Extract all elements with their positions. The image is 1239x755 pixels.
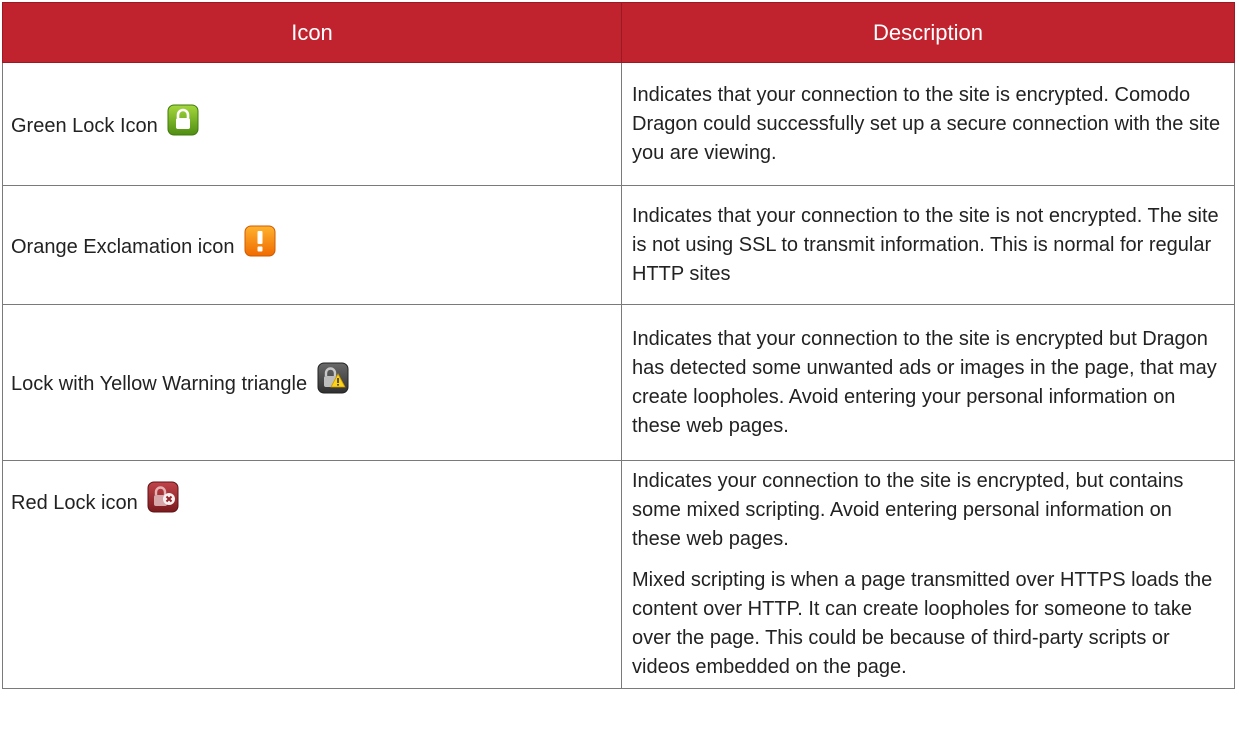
description-text: Mixed scripting is when a page transmitt… [632, 569, 1213, 678]
icon-label: Red Lock icon [11, 492, 138, 514]
red-lock-icon [147, 481, 179, 522]
description-text: Indicates that your connection to the si… [632, 327, 1217, 437]
description-cell: Indicates that your connection to the si… [621, 185, 1235, 305]
table-header-row: Icon Description [2, 2, 1235, 63]
icon-label: Green Lock Icon [11, 114, 158, 137]
header-icon: Icon [2, 2, 622, 63]
table-row: Orange Exclamation icon Indicates that y… [2, 185, 1235, 305]
icon-description-table: Icon Description Green Lock Icon Indicat… [2, 2, 1235, 689]
table-row: Lock with Yellow Warning triangle Indica… [2, 304, 1235, 461]
icon-label: Lock with Yellow Warning triangle [11, 373, 308, 395]
description-cell: Indicates that your connection to the si… [621, 62, 1235, 186]
icon-cell: Red Lock icon [2, 460, 622, 689]
description-text: Indicates your connection to the site is… [632, 470, 1184, 550]
description-text: Indicates that your connection to the si… [632, 204, 1219, 285]
icon-label: Orange Exclamation icon [11, 235, 235, 258]
header-description: Description [621, 2, 1235, 63]
green-lock-icon [167, 104, 199, 145]
icon-cell: Green Lock Icon [2, 62, 622, 186]
icon-cell: Lock with Yellow Warning triangle [2, 304, 622, 461]
description-cell: Indicates that your connection to the si… [621, 304, 1235, 461]
description-cell: Indicates your connection to the site is… [621, 460, 1235, 689]
icon-cell: Orange Exclamation icon [2, 185, 622, 305]
lock-warning-triangle-icon [317, 362, 349, 403]
description-text: Indicates that your connection to the si… [632, 83, 1221, 164]
orange-exclamation-icon [244, 225, 276, 266]
table-row: Red Lock icon Indicates your connection … [2, 460, 1235, 689]
table-row: Green Lock Icon Indicates that your conn… [2, 62, 1235, 186]
